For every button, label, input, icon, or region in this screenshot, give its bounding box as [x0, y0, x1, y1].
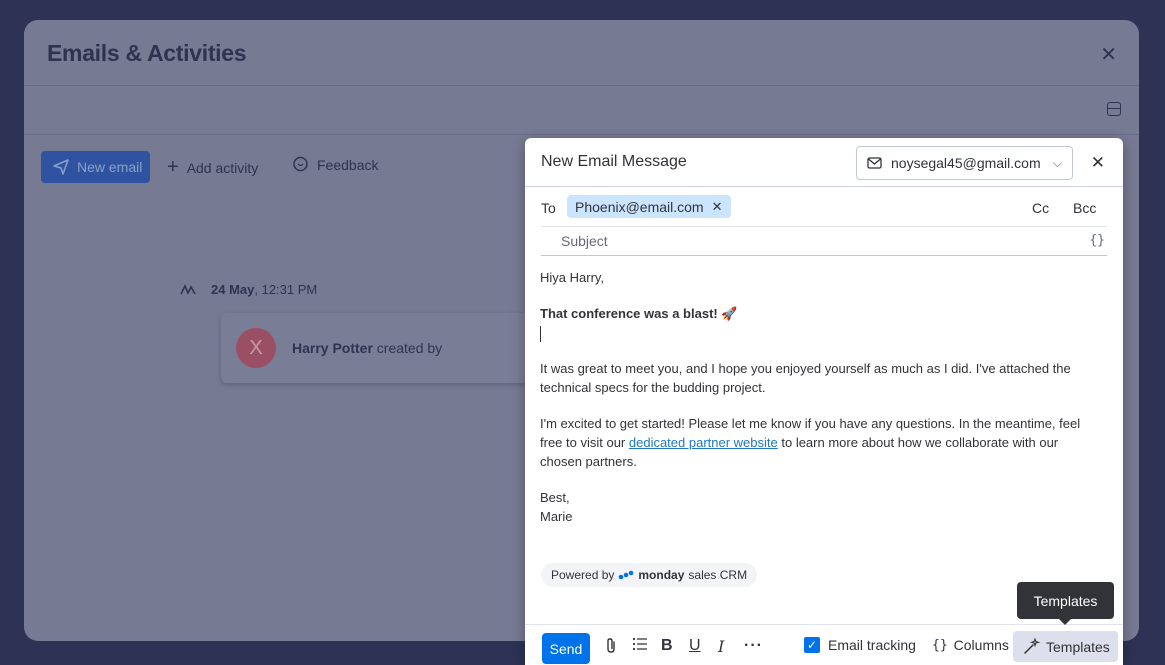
templates-button[interactable]: Templates [1013, 631, 1118, 662]
from-account-value: noysegal45@gmail.com [891, 155, 1041, 171]
underline-icon[interactable]: U [689, 637, 701, 655]
send-button[interactable]: Send [542, 633, 590, 664]
panel-close-icon[interactable]: ✕ [1100, 42, 1117, 67]
powered-brand: monday [638, 568, 685, 582]
email-tracking-toggle[interactable]: ✓ Email tracking [804, 637, 916, 653]
activity-text: Harry Potter created by [292, 340, 442, 356]
recipient-email: Phoenix@email.com [575, 198, 704, 215]
text-cursor [540, 325, 541, 342]
columns-button[interactable]: {} Columns [932, 637, 1009, 653]
bcc-button[interactable]: Bcc [1073, 200, 1096, 216]
compose-header: New Email Message noysegal45@gmail.com ⌵… [525, 138, 1123, 187]
more-options-icon[interactable]: ··· [744, 637, 763, 655]
powered-by-badge[interactable]: Powered by monday sales CRM [541, 563, 758, 587]
body-signoff: Best, [540, 490, 570, 505]
divider [24, 85, 1139, 86]
divider [541, 255, 1107, 256]
timeline-date: 24 May, 12:31 PM [179, 282, 317, 297]
columns-label: Columns [953, 637, 1009, 653]
to-label: To [541, 200, 556, 216]
chevron-down-icon: ⌵ [1052, 155, 1062, 170]
layout-toggle-icon[interactable] [1107, 102, 1121, 116]
body-greeting: Hiya Harry, [540, 270, 605, 285]
compose-close-icon[interactable]: ✕ [1091, 153, 1105, 173]
paperclip-icon[interactable] [605, 637, 617, 659]
feedback-icon [293, 156, 308, 172]
italic-icon[interactable]: I [718, 637, 724, 656]
subject-input[interactable]: Subject [561, 233, 608, 249]
compose-toolbar: Send B U I ··· ✓ Email tracking {} Colum… [525, 624, 1123, 665]
divider [541, 226, 1107, 227]
body-headline: That conference was a blast! 🚀 [540, 306, 738, 321]
mail-icon [867, 157, 882, 169]
email-tracking-checkbox[interactable]: ✓ [804, 637, 820, 653]
body-signature: Marie [540, 509, 573, 524]
powered-suffix: sales CRM [688, 568, 748, 582]
send-plane-icon [53, 159, 69, 175]
bold-icon[interactable]: B [661, 637, 673, 655]
avatar: X [236, 328, 276, 368]
cc-button[interactable]: Cc [1032, 200, 1049, 216]
plus-icon: + [167, 156, 179, 178]
powered-prefix: Powered by [551, 568, 615, 582]
compose-title: New Email Message [541, 153, 687, 170]
timeline-day: 24 May [211, 282, 255, 297]
new-email-label: New email [77, 159, 143, 175]
from-account-select[interactable]: noysegal45@gmail.com ⌵ [856, 146, 1073, 180]
timeline-time: , 12:31 PM [254, 282, 318, 297]
activity-author: Harry Potter [292, 340, 373, 356]
monday-logo-icon [619, 570, 634, 580]
new-email-button[interactable]: New email [41, 151, 150, 183]
activity-card[interactable]: X Harry Potter created by [221, 313, 541, 383]
remove-recipient-icon[interactable]: ✕ [712, 199, 723, 215]
body-paragraph-2: I'm excited to get started! Please let m… [540, 414, 1100, 471]
body-paragraph-1: It was great to meet you, and I hope you… [540, 361, 1071, 395]
magic-wand-icon [1024, 638, 1040, 654]
feedback-label: Feedback [317, 156, 379, 173]
feedback-button[interactable]: Feedback [292, 156, 378, 173]
email-body-editor[interactable]: Hiya Harry, That conference was a blast!… [540, 268, 1100, 526]
partner-website-link[interactable]: dedicated partner website [629, 435, 778, 450]
recipient-chip[interactable]: Phoenix@email.com ✕ [567, 195, 731, 218]
add-activity-label: Add activity [186, 159, 259, 176]
email-tracking-label: Email tracking [828, 637, 916, 653]
columns-braces-icon: {} [932, 637, 948, 653]
bullet-list-icon[interactable] [632, 637, 648, 656]
activity-action: created by [372, 340, 443, 356]
templates-tooltip: Templates [1017, 582, 1114, 625]
add-activity-button[interactable]: + Add activity [167, 156, 258, 179]
panel-title: Emails & Activities [47, 40, 247, 66]
activity-icon [180, 283, 196, 295]
to-row: To Phoenix@email.com ✕ Cc Bcc [525, 188, 1123, 226]
insert-variable-icon[interactable]: {} [1089, 233, 1105, 248]
templates-label: Templates [1046, 638, 1110, 655]
divider [24, 134, 1139, 135]
